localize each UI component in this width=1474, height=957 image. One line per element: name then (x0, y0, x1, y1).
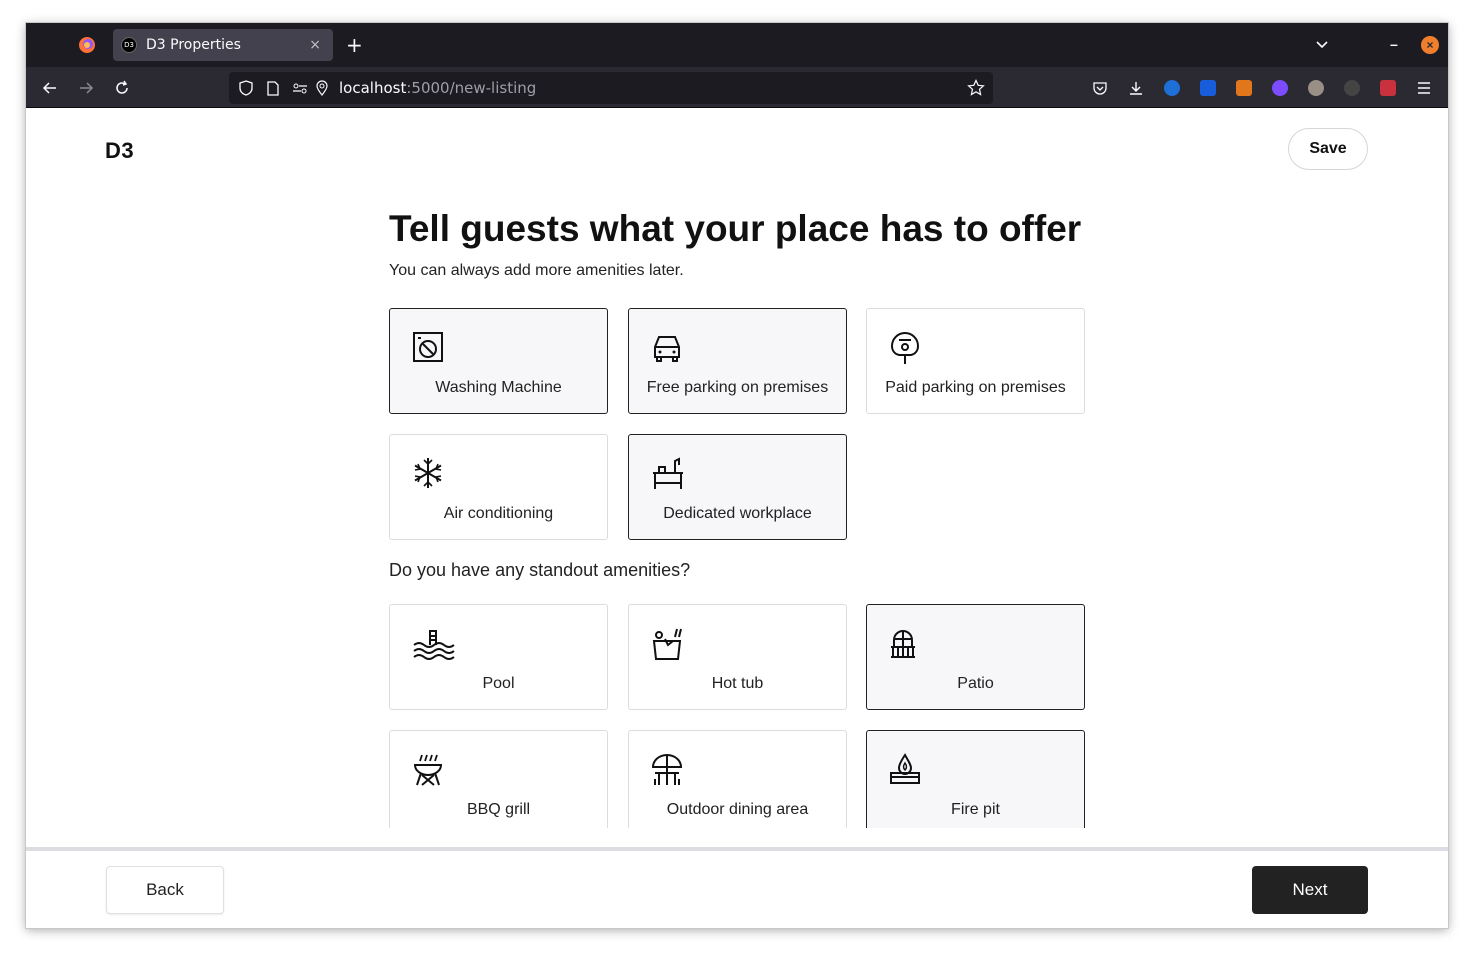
minimize-button[interactable]: – (1390, 36, 1398, 52)
extension-dark-icon[interactable] (1342, 78, 1362, 98)
page-content: D3 Save Tell guests what your place has … (26, 108, 1448, 928)
amenity-label: Fire pit (951, 801, 1000, 818)
bookmark-star-icon[interactable] (967, 79, 985, 102)
site-logo[interactable]: D3 (105, 138, 134, 164)
page-icon[interactable] (265, 79, 281, 97)
amenity-card-hot-tub[interactable]: Hot tub (628, 604, 847, 710)
extension-account-icon[interactable] (1162, 78, 1182, 98)
firefox-icon[interactable] (78, 36, 96, 54)
url-bar[interactable]: localhost:5000/new-listing (229, 72, 993, 104)
tab-d3-properties[interactable]: D3 D3 Properties × (113, 29, 333, 61)
chevron-down-icon[interactable] (1314, 36, 1330, 57)
amenity-card-dedicated-workplace[interactable]: Dedicated workplace (628, 434, 847, 540)
download-icon[interactable] (1126, 78, 1146, 98)
amenity-card-pool[interactable]: Pool (389, 604, 608, 710)
bitwarden-icon[interactable] (1198, 78, 1218, 98)
page-title: Tell guests what your place has to offer (389, 208, 1082, 249)
amenity-label: Outdoor dining area (666, 801, 809, 818)
extension-red-icon[interactable] (1378, 78, 1398, 98)
amenity-label: Hot tub (711, 675, 764, 692)
outdoor-dining-icon (651, 753, 685, 787)
amenity-card-fire-pit[interactable]: Fire pit (866, 730, 1085, 828)
save-button[interactable]: Save (1288, 128, 1368, 170)
amenity-label: Pool (482, 675, 515, 692)
amenity-card-patio[interactable]: Patio (866, 604, 1085, 710)
browser-window: D3 D3 Properties × + – × localhost:5000/… (26, 23, 1448, 928)
url-text[interactable]: localhost:5000/new-listing (339, 79, 536, 98)
reload-icon[interactable] (112, 78, 132, 98)
new-tab-button[interactable]: + (346, 33, 363, 57)
patio-icon (889, 627, 923, 661)
tab-title: D3 Properties (146, 37, 241, 53)
extension-purple-icon[interactable] (1270, 78, 1290, 98)
car-icon (651, 331, 685, 365)
tab-bar: D3 D3 Properties × + – × (26, 23, 1448, 67)
amenity-label: Washing Machine (435, 379, 562, 396)
amenity-card-outdoor-dining[interactable]: Outdoor dining area (628, 730, 847, 828)
scroll-area[interactable]: D3 Save Tell guests what your place has … (26, 108, 1448, 828)
amenity-card-air-conditioning[interactable]: Air conditioning (389, 434, 608, 540)
back-button[interactable]: Back (106, 866, 224, 914)
fire-pit-icon (889, 753, 923, 787)
back-arrow-icon[interactable] (40, 78, 60, 98)
shield-icon[interactable] (237, 79, 255, 97)
permissions-icon[interactable] (291, 79, 309, 97)
hot-tub-icon (651, 627, 685, 661)
parking-meter-icon (889, 331, 923, 365)
metamask-icon[interactable] (1234, 78, 1254, 98)
extension-owl-icon[interactable] (1306, 78, 1326, 98)
amenity-label: BBQ grill (466, 801, 531, 818)
snowflake-icon (412, 457, 446, 491)
forward-arrow-icon[interactable] (76, 78, 96, 98)
amenity-label: Paid parking on premises (885, 379, 1066, 396)
location-icon[interactable] (313, 79, 331, 97)
amenity-label: Free parking on premises (646, 379, 829, 396)
tab-close-icon[interactable]: × (309, 37, 321, 53)
amenity-label: Dedicated workplace (663, 505, 812, 522)
amenity-label: Air conditioning (443, 505, 554, 522)
favicon-icon: D3 (121, 37, 137, 53)
next-button[interactable]: Next (1252, 866, 1368, 914)
hamburger-menu-icon[interactable] (1414, 78, 1434, 98)
desk-icon (651, 457, 685, 491)
close-window-button[interactable]: × (1421, 36, 1439, 54)
standout-heading: Do you have any standout amenities? (389, 560, 691, 580)
washing-machine-icon (412, 331, 446, 365)
amenity-label: Patio (957, 675, 994, 692)
pocket-icon[interactable] (1090, 78, 1110, 98)
page-subtitle: You can always add more amenities later. (389, 262, 684, 279)
amenity-card-free-parking[interactable]: Free parking on premises (628, 308, 847, 414)
pool-icon (412, 627, 456, 661)
amenity-card-paid-parking[interactable]: Paid parking on premises (866, 308, 1085, 414)
grill-icon (412, 753, 446, 787)
amenity-card-washing-machine[interactable]: Washing Machine (389, 308, 608, 414)
footer-bar: Back Next (26, 847, 1448, 928)
amenity-card-bbq-grill[interactable]: BBQ grill (389, 730, 608, 828)
